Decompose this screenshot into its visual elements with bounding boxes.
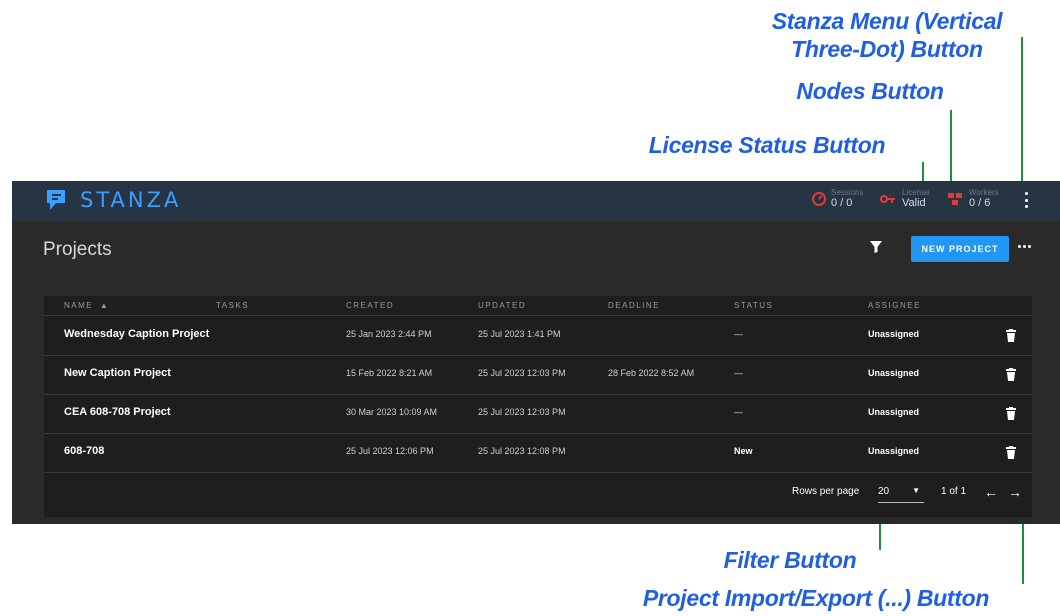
- column-header-tasks[interactable]: TASKS: [216, 301, 249, 310]
- filter-button[interactable]: [869, 240, 883, 259]
- license-value: Valid: [902, 197, 926, 209]
- callout-import-export: Project Import/Export (...) Button: [642, 585, 990, 611]
- brand-name: STANZA: [80, 188, 182, 212]
- project-name[interactable]: 608-708: [64, 445, 104, 457]
- column-header-updated[interactable]: UPDATED: [478, 301, 526, 310]
- table-row[interactable]: 608-708 25 Jul 2023 12:06 PM 25 Jul 2023…: [44, 433, 1032, 473]
- dot-icon: [1024, 198, 1028, 202]
- dot-icon: [1024, 192, 1028, 195]
- page-title: Projects: [43, 239, 112, 260]
- previous-page-button[interactable]: ←: [984, 485, 998, 499]
- dot-icon: [1023, 245, 1026, 248]
- created-date: 25 Jul 2023 12:06 PM: [346, 446, 434, 456]
- gauge-icon: [812, 192, 826, 206]
- license-status-button[interactable]: License Valid: [880, 188, 930, 210]
- filter-icon: [870, 241, 882, 253]
- project-import-export-button[interactable]: [1018, 245, 1031, 248]
- workers-label: Workers: [969, 188, 999, 197]
- updated-date: 25 Jul 2023 12:03 PM: [478, 368, 566, 378]
- created-date: 25 Jan 2023 2:44 PM: [346, 329, 432, 339]
- leader-nodes: [950, 110, 952, 186]
- table-footer: Rows per page 20 ▼ 1 of 1 ← →: [44, 472, 1032, 517]
- page-info: 1 of 1: [941, 486, 967, 497]
- trash-icon[interactable]: [1006, 329, 1016, 342]
- table-row[interactable]: Wednesday Caption Project 25 Jan 2023 2:…: [44, 316, 1032, 356]
- trash-icon[interactable]: [1006, 446, 1016, 459]
- callout-stanza-menu: Stanza Menu (Vertical Three-Dot) Button: [771, 8, 1003, 62]
- column-header-deadline[interactable]: DEADLINE: [608, 301, 660, 310]
- stanza-menu-button[interactable]: [1023, 192, 1029, 208]
- assignee-value[interactable]: Unassigned: [868, 329, 919, 339]
- rows-per-page-select[interactable]: 20 ▼: [878, 482, 924, 503]
- project-name[interactable]: Wednesday Caption Project: [64, 328, 209, 340]
- trash-icon[interactable]: [1006, 368, 1016, 381]
- callout-nodes: Nodes Button: [796, 78, 944, 104]
- sessions-label: Sessions: [831, 188, 864, 197]
- name-header-label: NAME: [64, 301, 94, 310]
- sort-ascending-icon: ▲: [99, 301, 110, 310]
- stanza-logo-icon: [47, 190, 65, 210]
- status-value: —: [734, 329, 743, 339]
- deadline-date: 28 Feb 2022 8:52 AM: [608, 368, 695, 378]
- updated-date: 25 Jul 2023 12:03 PM: [478, 407, 566, 417]
- column-header-created[interactable]: CREATED: [346, 301, 394, 310]
- leader-stanza-menu: [1021, 37, 1023, 191]
- dot-icon: [1018, 245, 1021, 248]
- column-header-name[interactable]: NAME ▲: [64, 301, 109, 310]
- updated-date: 25 Jul 2023 1:41 PM: [478, 329, 561, 339]
- assignee-value[interactable]: Unassigned: [868, 407, 919, 417]
- column-header-assignee[interactable]: ASSIGNEE: [868, 301, 921, 310]
- updated-date: 25 Jul 2023 12:08 PM: [478, 446, 566, 456]
- dot-icon: [1024, 205, 1028, 208]
- nodes-button[interactable]: Workers 0 / 6: [947, 188, 999, 210]
- created-date: 15 Feb 2022 8:21 AM: [346, 368, 433, 378]
- status-value: New: [734, 446, 753, 456]
- license-label: License: [902, 188, 930, 197]
- new-project-button[interactable]: NEW PROJECT: [911, 236, 1009, 262]
- status-value: —: [734, 407, 743, 417]
- sessions-value: 0 / 0: [831, 197, 853, 209]
- brand[interactable]: STANZA: [44, 188, 181, 212]
- table-row[interactable]: CEA 608-708 Project 30 Mar 2023 10:09 AM…: [44, 394, 1032, 434]
- status-value: —: [734, 368, 743, 378]
- rows-per-page-label: Rows per page: [792, 486, 860, 497]
- sessions-status[interactable]: Sessions 0 / 0: [812, 188, 863, 210]
- key-icon: [880, 195, 895, 203]
- table-row[interactable]: New Caption Project 15 Feb 2022 8:21 AM …: [44, 355, 1032, 395]
- callout-filter: Filter Button: [723, 547, 857, 573]
- created-date: 30 Mar 2023 10:09 AM: [346, 407, 438, 417]
- workers-value: 0 / 6: [969, 197, 991, 209]
- trash-icon[interactable]: [1006, 407, 1016, 420]
- app-window: STANZA Sessions 0 / 0 License Valid Work…: [12, 181, 1060, 524]
- project-name[interactable]: New Caption Project: [64, 367, 171, 379]
- nodes-icon: [948, 193, 962, 205]
- project-name[interactable]: CEA 608-708 Project: [64, 406, 171, 418]
- callout-license: License Status Button: [648, 132, 886, 158]
- rows-per-page-value: 20: [878, 486, 890, 497]
- table-header: NAME ▲ TASKS CREATED UPDATED DEADLINE ST…: [44, 296, 1032, 316]
- dot-icon: [1028, 245, 1031, 248]
- assignee-value[interactable]: Unassigned: [868, 446, 919, 456]
- next-page-button[interactable]: →: [1008, 485, 1022, 499]
- assignee-value[interactable]: Unassigned: [868, 368, 919, 378]
- projects-table: NAME ▲ TASKS CREATED UPDATED DEADLINE ST…: [44, 296, 1032, 517]
- top-bar: STANZA Sessions 0 / 0 License Valid Work…: [12, 181, 1060, 221]
- column-header-status[interactable]: STATUS: [734, 301, 773, 310]
- chevron-down-icon: ▼: [912, 486, 920, 495]
